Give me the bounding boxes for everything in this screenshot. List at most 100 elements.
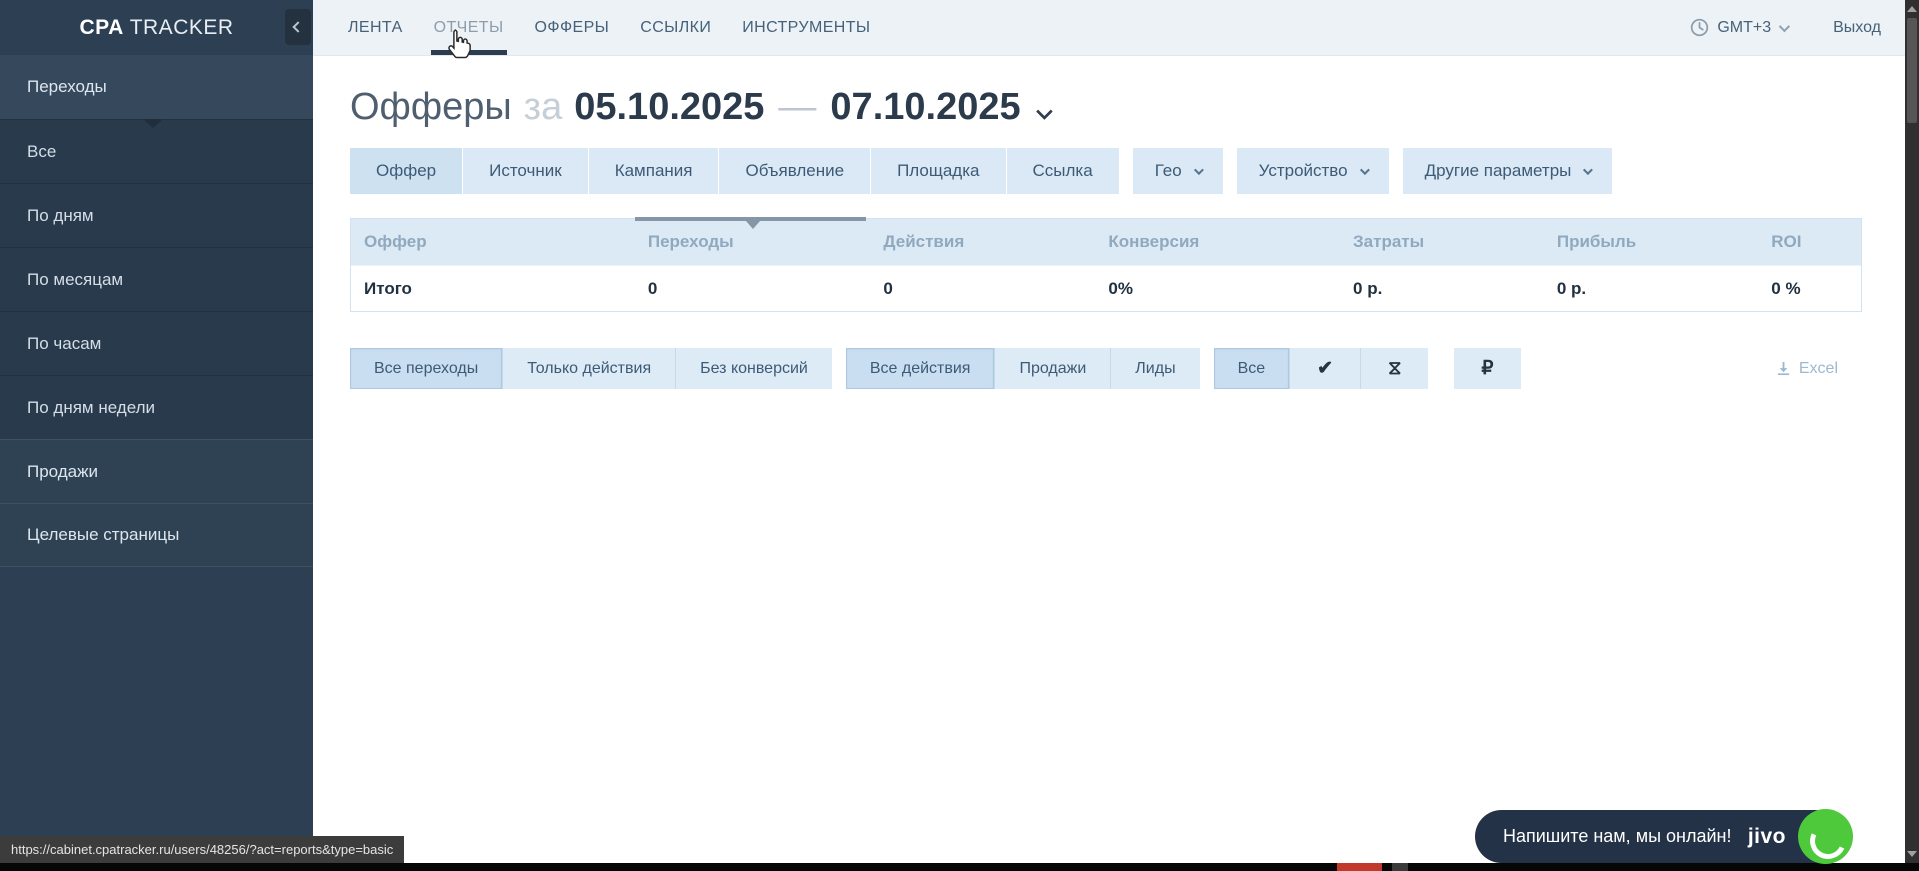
sidebar-collapse-button[interactable]	[285, 9, 311, 45]
cpa-tracker-app: CPA TRACKER Переходы Все По дням По месяцам…	[0, 0, 1919, 871]
dropdown-button-label: Гео	[1155, 161, 1182, 181]
status-filter-group: Все✔⧖	[1214, 348, 1429, 389]
totals-value-4: 0 р.	[1544, 266, 1758, 311]
sidebar-nav: Переходы Все По дням По месяцам По часам По д…	[0, 55, 313, 567]
currency-rouble-button[interactable]: ₽	[1454, 348, 1520, 389]
sidebar-item-label: По дням	[27, 206, 94, 226]
column-header-переходы[interactable]: Переходы	[635, 219, 871, 265]
totals-value-5: 0 %	[1758, 266, 1861, 311]
chevron-down-icon	[1583, 165, 1593, 175]
totals-value-2: 0%	[1095, 266, 1340, 311]
date-from[interactable]: 05.10.2025	[574, 86, 764, 129]
filter-все-переходы[interactable]: Все переходы	[350, 348, 503, 389]
top-nav-item-инструменты[interactable]: ИНСТРУМЕНТЫ	[740, 0, 872, 55]
export-excel-link[interactable]: Excel	[1776, 360, 1838, 378]
sidebar-item-label: Все	[27, 142, 56, 162]
filter-hourglass-icon-button[interactable]: ⧖	[1361, 348, 1428, 389]
clock-icon	[1690, 18, 1709, 37]
report-title-row: Офферы за 05.10.2025 — 07.10.2025	[350, 86, 1905, 129]
scroll-up-icon[interactable]	[1907, 6, 1917, 12]
sidebar-item-по-месяцам[interactable]: По месяцам	[0, 247, 313, 311]
jivo-green-icon	[1798, 809, 1853, 864]
tab-оффер[interactable]: Оффер	[350, 148, 463, 194]
taskbar-red-segment	[1337, 863, 1382, 871]
logo-rest: TRACKER	[124, 16, 234, 39]
filters-row: Все переходыТолько действияБез конверсий…	[350, 348, 1862, 389]
filter-лиды[interactable]: Лиды	[1111, 348, 1199, 389]
chevron-left-icon	[292, 21, 303, 32]
totals-value-1: 0	[870, 266, 1095, 311]
scroll-down-icon[interactable]	[1907, 851, 1917, 857]
actions-filter-group: Все действияПродажиЛиды	[846, 348, 1200, 389]
sidebar: CPA TRACKER Переходы Все По дням По месяцам…	[0, 0, 313, 863]
tab-источник[interactable]: Источник	[463, 148, 589, 194]
filter-продажи[interactable]: Продажи	[995, 348, 1111, 389]
timezone-selector[interactable]: GMT+3	[1690, 18, 1787, 37]
sidebar-item-label: Продажи	[27, 462, 98, 482]
jivo-logo: jivo	[1748, 825, 1786, 849]
browser-status-url: https://cabinet.cpatracker.ru/users/4825…	[0, 836, 404, 863]
column-header-прибыль[interactable]: Прибыль	[1544, 219, 1758, 265]
logout-link[interactable]: Выход	[1833, 19, 1881, 37]
column-header-конверсия[interactable]: Конверсия	[1095, 219, 1340, 265]
table-header-row: ОфферПереходыДействияКонверсияЗатратыПри…	[351, 219, 1861, 265]
report-content: Офферы за 05.10.2025 — 07.10.2025 ОфферИ…	[313, 56, 1905, 863]
dropdown-button-label: Устройство	[1259, 161, 1348, 181]
sidebar-item-по-дням-недели[interactable]: По дням недели	[0, 375, 313, 439]
filter-все[interactable]: Все	[1214, 348, 1291, 389]
column-header-roi[interactable]: ROI	[1758, 219, 1861, 265]
dropdown-button-устройство[interactable]: Устройство	[1237, 148, 1389, 194]
top-nav-items: ЛЕНТА ОТЧЕТЫ ОФФЕРЫ ССЫЛКИ ИНСТРУМЕНТЫ	[346, 0, 899, 55]
sidebar-item-продажи[interactable]: Продажи	[0, 439, 313, 503]
top-nav-item-отчеты[interactable]: ОТЧЕТЫ	[432, 0, 506, 55]
vertical-scrollbar[interactable]	[1905, 0, 1919, 863]
dimension-tabs: ОфферИсточникКампанияОбъявлениеПлощадкаС…	[350, 148, 1119, 194]
dropdown-button-другие-параметры[interactable]: Другие параметры	[1403, 148, 1613, 194]
filter-все-действия[interactable]: Все действия	[846, 348, 996, 389]
top-nav-item-офферы[interactable]: ОФФЕРЫ	[533, 0, 612, 55]
sidebar-item-по-часам[interactable]: По часам	[0, 311, 313, 375]
table-totals-row: Итого000%0 р.0 р.0 %	[351, 265, 1861, 311]
column-header-затраты[interactable]: Затраты	[1340, 219, 1544, 265]
tab-объявление[interactable]: Объявление	[719, 148, 871, 194]
chevron-down-icon	[1360, 165, 1370, 175]
chat-widget[interactable]: Напишите нам, мы онлайн! jivo	[1475, 810, 1851, 863]
traffic-filter-group: Все переходыТолько действияБез конверсий	[350, 348, 832, 389]
sidebar-item-переходы[interactable]: Переходы	[0, 55, 313, 119]
chevron-down-icon	[1036, 103, 1053, 120]
top-navigation: ЛЕНТА ОТЧЕТЫ ОФФЕРЫ ССЫЛКИ ИНСТРУМЕНТЫ GMT+3…	[313, 0, 1905, 56]
filter-без-конверсий[interactable]: Без конверсий	[676, 348, 832, 389]
sidebar-item-label: По часам	[27, 334, 101, 354]
dimension-tabs-row: ОфферИсточникКампанияОбъявлениеПлощадкаС…	[350, 148, 1905, 194]
tab-площадка[interactable]: Площадка	[871, 148, 1006, 194]
sidebar-item-по-дням[interactable]: По дням	[0, 183, 313, 247]
app-logo[interactable]: CPA TRACKER	[79, 16, 233, 40]
taskbar-gray-segment	[1392, 863, 1408, 871]
column-header-оффер[interactable]: Оффер	[351, 219, 635, 265]
active-tab-underline	[431, 50, 507, 55]
column-header-действия[interactable]: Действия	[870, 219, 1095, 265]
tab-ссылка[interactable]: Ссылка	[1007, 148, 1119, 194]
sidebar-item-все[interactable]: Все	[0, 119, 313, 183]
bottom-taskbar	[0, 863, 1919, 871]
dropdown-filter-buttons: Гео Устройство Другие параметры	[1119, 148, 1613, 194]
date-to[interactable]: 07.10.2025	[830, 86, 1020, 129]
totals-label: Итого	[351, 266, 635, 311]
active-section-caret-icon	[143, 119, 163, 128]
date-separator: —	[778, 86, 816, 129]
sidebar-item-целевые-страницы[interactable]: Целевые страницы	[0, 503, 313, 567]
filter-только-действия[interactable]: Только действия	[503, 348, 676, 389]
top-nav-item-ссылки[interactable]: ССЫЛКИ	[638, 0, 713, 55]
tab-кампания[interactable]: Кампания	[589, 148, 720, 194]
title-preposition: за	[524, 86, 563, 129]
chat-message: Напишите нам, мы онлайн!	[1475, 826, 1731, 847]
logo-bold: CPA	[79, 16, 123, 39]
chevron-down-icon	[1779, 20, 1790, 31]
filter-check-icon-button[interactable]: ✔	[1290, 348, 1361, 389]
dropdown-button-гео[interactable]: Гео	[1133, 148, 1223, 194]
date-range-dropdown-button[interactable]	[1037, 86, 1049, 129]
top-nav-item-лента[interactable]: ЛЕНТА	[346, 0, 405, 55]
scrollbar-thumb[interactable]	[1907, 18, 1917, 123]
download-icon	[1776, 361, 1791, 376]
sidebar-item-label: Целевые страницы	[27, 525, 179, 545]
